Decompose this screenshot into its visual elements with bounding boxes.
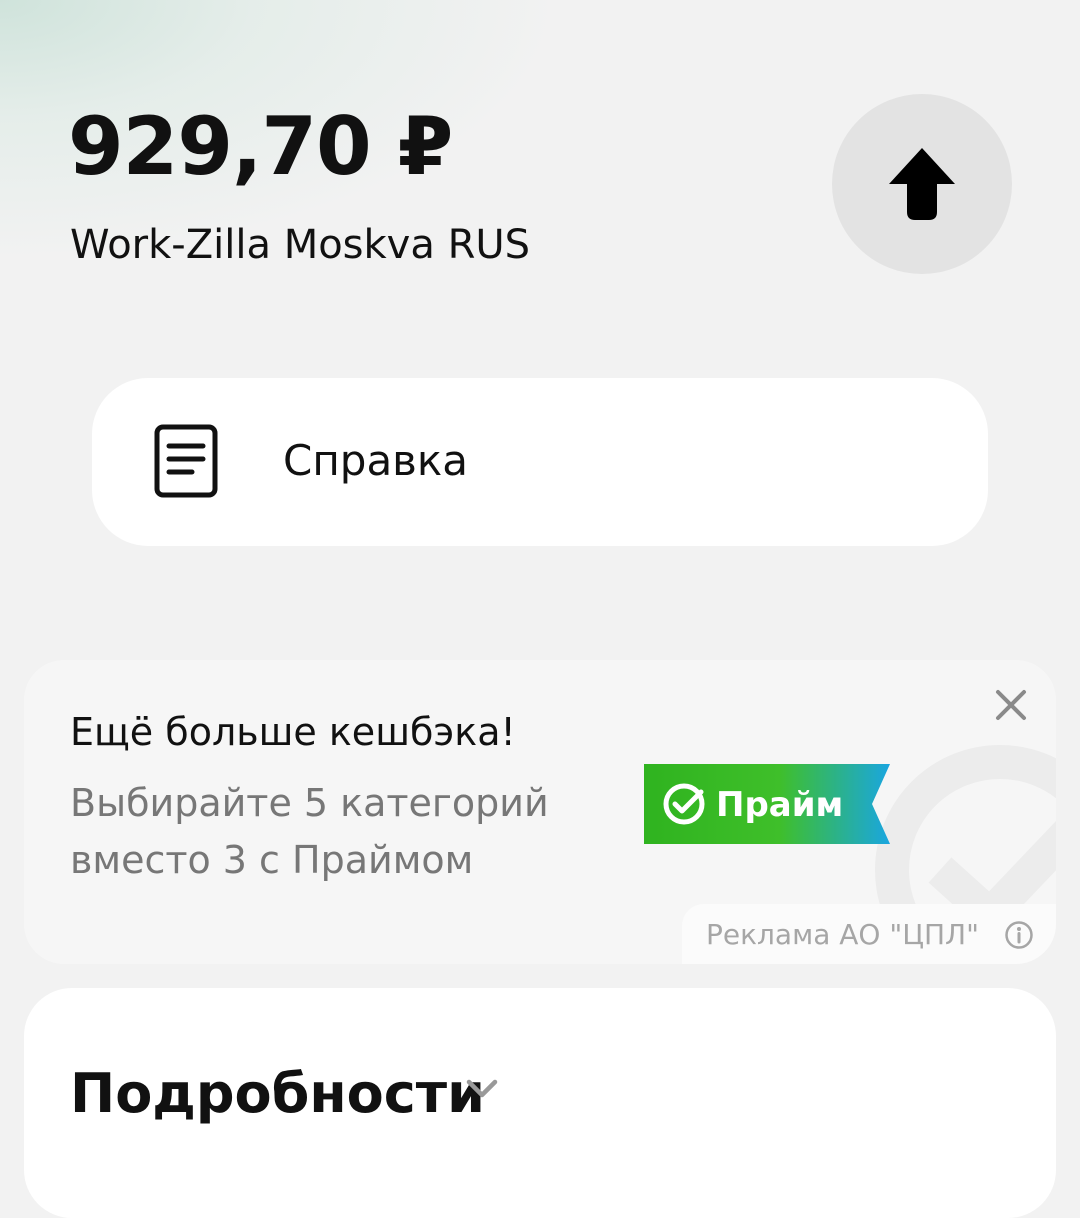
- promo-subtitle-line-1: Выбирайте 5 категорий: [70, 781, 549, 825]
- info-icon: [1005, 921, 1033, 949]
- close-icon: [996, 690, 1026, 720]
- details-section[interactable]: Подробности: [24, 988, 1056, 1218]
- promo-banner[interactable]: Ещё больше кешбэка! Выбирайте 5 категори…: [24, 660, 1056, 964]
- transaction-amount: 929,70 ₽: [68, 100, 453, 193]
- spravka-label: Справка: [283, 436, 469, 485]
- prime-badge-label: Прайм: [716, 785, 843, 825]
- promo-subtitle-line-2: вместо 3 с Праймом: [70, 838, 474, 882]
- ad-disclaimer[interactable]: Реклама АО "ЦПЛ": [682, 904, 1056, 964]
- promo-close-button[interactable]: [990, 684, 1032, 726]
- arrow-up-icon: [889, 148, 955, 220]
- chevron-down-icon: [466, 1079, 498, 1098]
- merchant-name: Work-Zilla Moskva RUS: [70, 222, 531, 268]
- details-title: Подробности: [70, 1062, 485, 1125]
- document-icon: [154, 424, 218, 498]
- prime-badge: Прайм: [644, 764, 890, 844]
- promo-title: Ещё больше кешбэка!: [70, 710, 516, 754]
- promo-subtitle: Выбирайте 5 категорий вместо 3 с Праймом: [70, 775, 549, 889]
- ad-disclaimer-text: Реклама АО "ЦПЛ": [706, 917, 979, 951]
- spravka-button[interactable]: [92, 378, 988, 546]
- transaction-type-button[interactable]: [832, 94, 1012, 274]
